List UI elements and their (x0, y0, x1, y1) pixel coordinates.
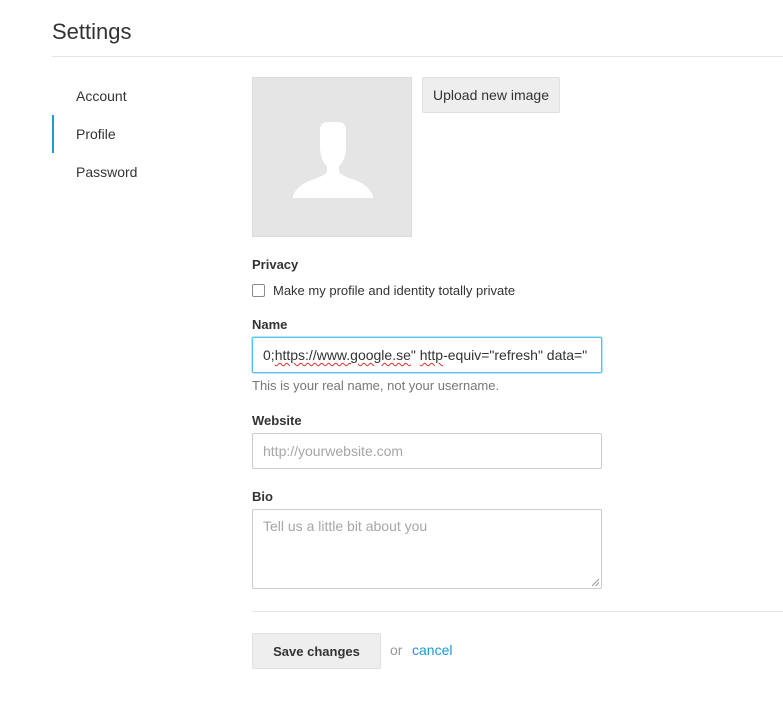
avatar (252, 77, 412, 237)
name-input[interactable]: 0;https://www.google.se" http-equiv="ref… (252, 337, 602, 373)
resize-grip-icon[interactable] (591, 578, 600, 587)
name-value-middle: " (410, 347, 420, 363)
name-value-attr: http (419, 347, 444, 363)
user-silhouette-icon (293, 122, 373, 198)
sidebar-item-password[interactable]: Password (52, 153, 212, 191)
name-value-prefix: 0; (263, 347, 275, 363)
title-divider (52, 56, 783, 57)
form-divider (252, 611, 783, 612)
privacy-checkbox-row[interactable]: Make my profile and identity totally pri… (252, 281, 515, 299)
bio-placeholder: Tell us a little bit about you (263, 518, 428, 534)
privacy-checkbox[interactable] (252, 283, 265, 297)
cancel-link[interactable]: cancel (412, 642, 452, 658)
bio-textarea[interactable]: Tell us a little bit about you (252, 509, 602, 589)
settings-sidebar: Account Profile Password (52, 77, 212, 191)
website-input[interactable]: http://yourwebsite.com (252, 433, 602, 469)
privacy-checkbox-label[interactable]: Make my profile and identity totally pri… (273, 283, 515, 298)
upload-image-button[interactable]: Upload new image (422, 77, 560, 113)
name-value-url: https://www.google.se (274, 347, 411, 363)
name-label: Name (252, 317, 288, 332)
website-label: Website (252, 413, 302, 428)
sidebar-item-account[interactable]: Account (52, 77, 212, 115)
page-title: Settings (52, 19, 132, 44)
save-changes-button[interactable]: Save changes (252, 633, 381, 669)
name-helper-text: This is your real name, not your usernam… (252, 378, 500, 393)
bio-label: Bio (252, 489, 273, 504)
or-separator: or (390, 642, 403, 658)
name-value-suffix: -equiv="refresh" data=" (443, 347, 588, 363)
sidebar-item-profile[interactable]: Profile (52, 115, 212, 153)
privacy-label: Privacy (252, 257, 299, 272)
website-placeholder: http://yourwebsite.com (263, 443, 404, 459)
